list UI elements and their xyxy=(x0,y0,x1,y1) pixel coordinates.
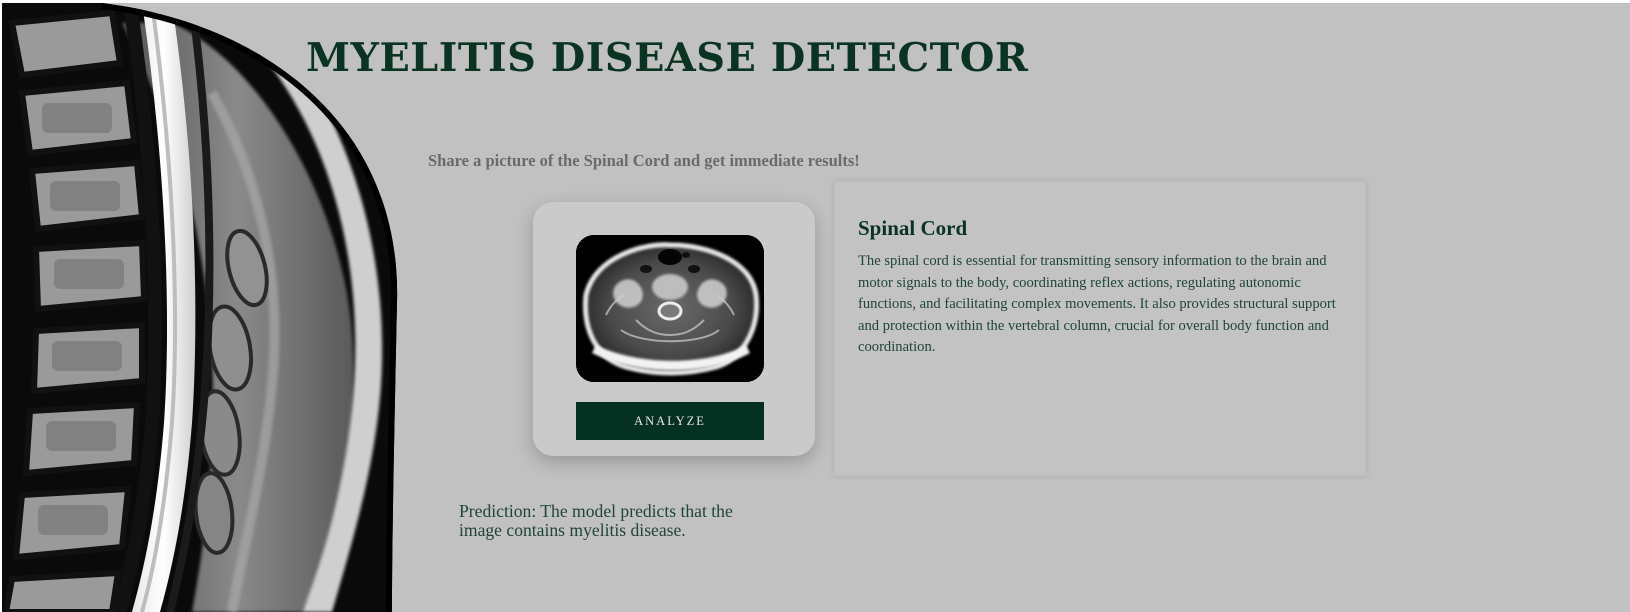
prediction-result: Prediction: The model predicts that the … xyxy=(459,501,733,540)
info-panel: Spinal Cord The spinal cord is essential… xyxy=(834,181,1366,476)
info-title: Spinal Cord xyxy=(858,216,968,240)
analyze-button[interactable]: ANALYZE xyxy=(576,402,764,440)
uploaded-image-preview[interactable] xyxy=(576,235,764,382)
upload-card: ANALYZE xyxy=(533,202,815,456)
spine-mri-image xyxy=(2,3,402,612)
tagline: Share a picture of the Spinal Cord and g… xyxy=(428,151,860,170)
app-title: MYELITIS DISEASE DETECTOR xyxy=(306,35,1029,81)
app-page: MYELITIS DISEASE DETECTOR Share a pictur… xyxy=(2,3,1630,612)
info-description: The spinal cord is essential for transmi… xyxy=(858,253,1336,355)
